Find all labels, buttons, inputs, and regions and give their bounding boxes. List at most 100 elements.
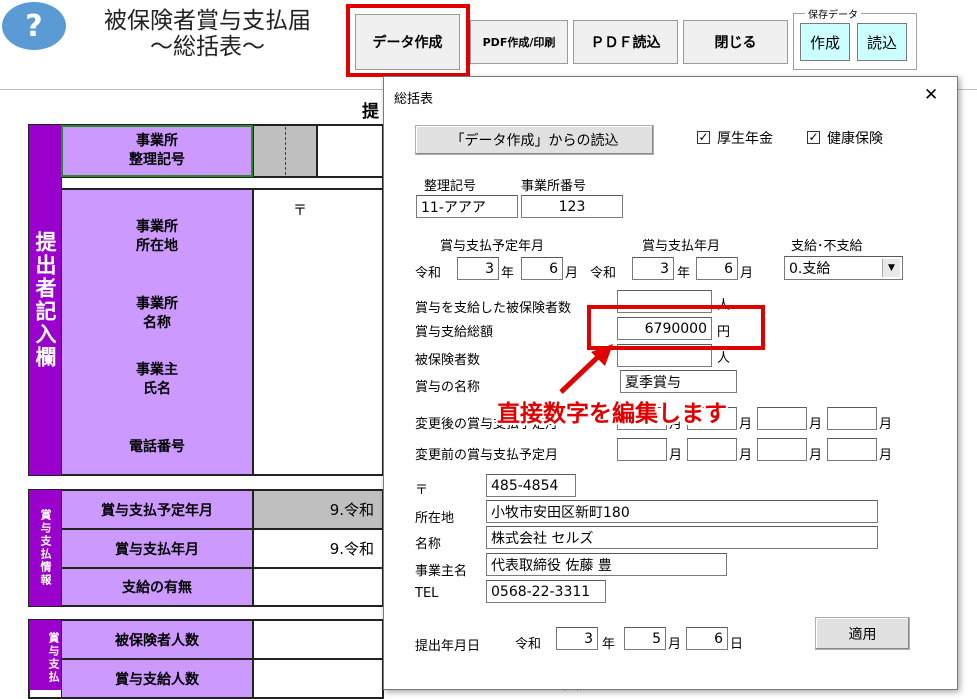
paid-count-label: 賞与支給人数: [61, 659, 253, 698]
submit-day-input[interactable]: 6: [686, 627, 728, 650]
paid-year-unit: 年: [677, 266, 691, 281]
tel-label: TEL: [415, 586, 439, 601]
close-icon[interactable]: ✕: [924, 85, 938, 105]
annotation-text: 直接数字を編集します: [497, 401, 727, 427]
office-no-label: 事業所番号: [521, 179, 587, 194]
tel-input[interactable]: 0568-22-3311: [486, 580, 606, 603]
paid-month-cell[interactable]: 9.令和: [253, 529, 383, 568]
changed-before-input-2[interactable]: [687, 438, 737, 461]
changed-before-input-1[interactable]: [617, 438, 667, 461]
page-title-line1: 被保険者賞与支払届: [104, 8, 311, 34]
read-from-create-data-button[interactable]: 「データ作成」からの読込: [415, 125, 654, 155]
owner-name-label: 事業主 氏名: [136, 362, 178, 397]
submit-era: 令和: [515, 637, 542, 652]
changed-after-unit-4: 月: [879, 417, 893, 432]
saved-create-button[interactable]: 作成: [800, 23, 850, 61]
apply-button[interactable]: 適用: [815, 617, 910, 650]
ref-no-label: 整理記号: [424, 179, 477, 194]
scheduled-year-unit: 年: [501, 266, 515, 281]
saved-load-button[interactable]: 読込: [857, 23, 907, 61]
scheduled-year-input[interactable]: 3: [457, 257, 499, 280]
status-select-value: 0.支給: [789, 261, 831, 277]
submit-month-input[interactable]: 5: [624, 627, 666, 650]
saved-data-label: 保存データ: [805, 6, 861, 21]
changed-after-unit-2: 月: [739, 417, 753, 432]
dialog-title: 総括表: [394, 92, 434, 107]
changed-before-label: 変更前の賞与支払予定月: [415, 448, 559, 463]
payment-status-label: 支給の有無: [61, 568, 253, 606]
create-data-button[interactable]: データ作成: [355, 14, 460, 70]
insured-paid-label: 賞与を支給した被保険者数: [415, 301, 572, 316]
spacer-row: [61, 177, 383, 189]
address-label: 所在地: [415, 511, 455, 526]
changed-after-input-4[interactable]: [827, 407, 877, 430]
submit-day-unit: 日: [730, 637, 744, 652]
office-address-label: 事業所 所在地: [136, 219, 178, 254]
page-title-line2: 〜総括表〜: [150, 34, 265, 60]
postal-label: 〒: [415, 483, 429, 498]
submitter-section-label: 提出者記入欄: [29, 125, 61, 475]
health-insurance-label: 健康保険: [827, 131, 883, 147]
paid-count-cell[interactable]: [253, 659, 383, 698]
bonus-info-section-label: 賞与支払情報: [29, 490, 61, 606]
health-insurance-checkbox[interactable]: ✓: [807, 131, 820, 144]
name-label: 名称: [415, 537, 442, 552]
changed-before-input-4[interactable]: [827, 438, 877, 461]
bonus-name-label: 賞与の名称: [415, 380, 481, 395]
scheduled-label: 賞与支払予定年月: [440, 239, 545, 254]
ref-no-input[interactable]: 11-アアア: [416, 195, 518, 218]
changed-after-input-3[interactable]: [757, 407, 807, 430]
sheet-heading-partial: 提: [362, 102, 379, 122]
changed-before-unit-4: 月: [879, 448, 893, 463]
scheduled-month-unit: 月: [565, 266, 579, 281]
page-title: 被保険者賞与支払届 〜総括表〜: [80, 8, 335, 60]
help-icon[interactable]: ?: [2, 2, 66, 50]
insured-count-label: 被保険者人数: [61, 620, 253, 659]
changed-before-unit-2: 月: [739, 448, 753, 463]
office-no-input[interactable]: 123: [521, 195, 623, 218]
submit-month-unit: 月: [668, 637, 682, 652]
chevron-down-icon[interactable]: ▼: [882, 259, 900, 277]
close-sheet-button[interactable]: 閉じる: [683, 20, 788, 64]
paid-month-label: 賞与支払年月: [61, 529, 253, 568]
insured-count-label-d: 被保険者数: [415, 353, 481, 368]
office-info-cells[interactable]: [253, 189, 383, 475]
office-ref-cell-divider: [285, 127, 286, 175]
owner-input[interactable]: 代表取締役 佐藤 豊: [486, 553, 727, 576]
payment-status-cell[interactable]: [253, 568, 383, 606]
office-ref-cell[interactable]: [317, 125, 383, 177]
total-label: 賞与支給総額: [415, 325, 494, 340]
paid-label: 賞与支払年月: [642, 239, 721, 254]
paid-year-input[interactable]: 3: [632, 257, 674, 280]
address-input[interactable]: 小牧市安田区新町180: [486, 500, 878, 523]
changed-before-unit-3: 月: [809, 448, 823, 463]
owner-label: 事業主名: [415, 564, 468, 579]
submit-year-unit: 年: [602, 637, 616, 652]
scheduled-month-cell[interactable]: 9.令和: [253, 490, 383, 529]
postal-mark: 〒: [293, 203, 307, 219]
welfare-pension-checkbox[interactable]: ✓: [697, 131, 710, 144]
office-name-label: 事業所 名称: [136, 296, 178, 331]
submit-date-label: 提出年月日: [415, 639, 481, 654]
scheduled-era: 令和: [415, 266, 442, 281]
pdf-create-button[interactable]: PDF作成/印刷: [470, 20, 568, 64]
status-label: 支給･不支給: [791, 239, 863, 254]
scheduled-month-input[interactable]: 6: [521, 257, 563, 280]
postal-input[interactable]: 485-4854: [486, 474, 576, 497]
paid-month-input[interactable]: 6: [696, 257, 738, 280]
name-input[interactable]: 株式会社 セルズ: [486, 526, 878, 549]
pdf-read-button[interactable]: ＰＤＦ読込: [573, 20, 678, 64]
submit-year-input[interactable]: 3: [556, 627, 598, 650]
insured-count-cell[interactable]: [253, 620, 383, 659]
changed-before-input-3[interactable]: [757, 438, 807, 461]
changed-after-unit-3: 月: [809, 417, 823, 432]
welfare-pension-label: 厚生年金: [717, 131, 773, 147]
phone-label: 電話番号: [129, 439, 185, 455]
summary-dialog: 総括表 ✕ 「データ作成」からの読込 ✓ 厚生年金 ✓ 健康保険 整理記号 11…: [383, 76, 958, 690]
paid-month-unit: 月: [740, 266, 754, 281]
paid-era: 令和: [590, 266, 617, 281]
bonus-name-input[interactable]: 夏季賞与: [620, 370, 737, 393]
annotation-arrow-icon: [559, 344, 613, 394]
changed-before-unit-1: 月: [669, 448, 683, 463]
office-ref-label: 事業所 整理記号: [61, 125, 253, 177]
